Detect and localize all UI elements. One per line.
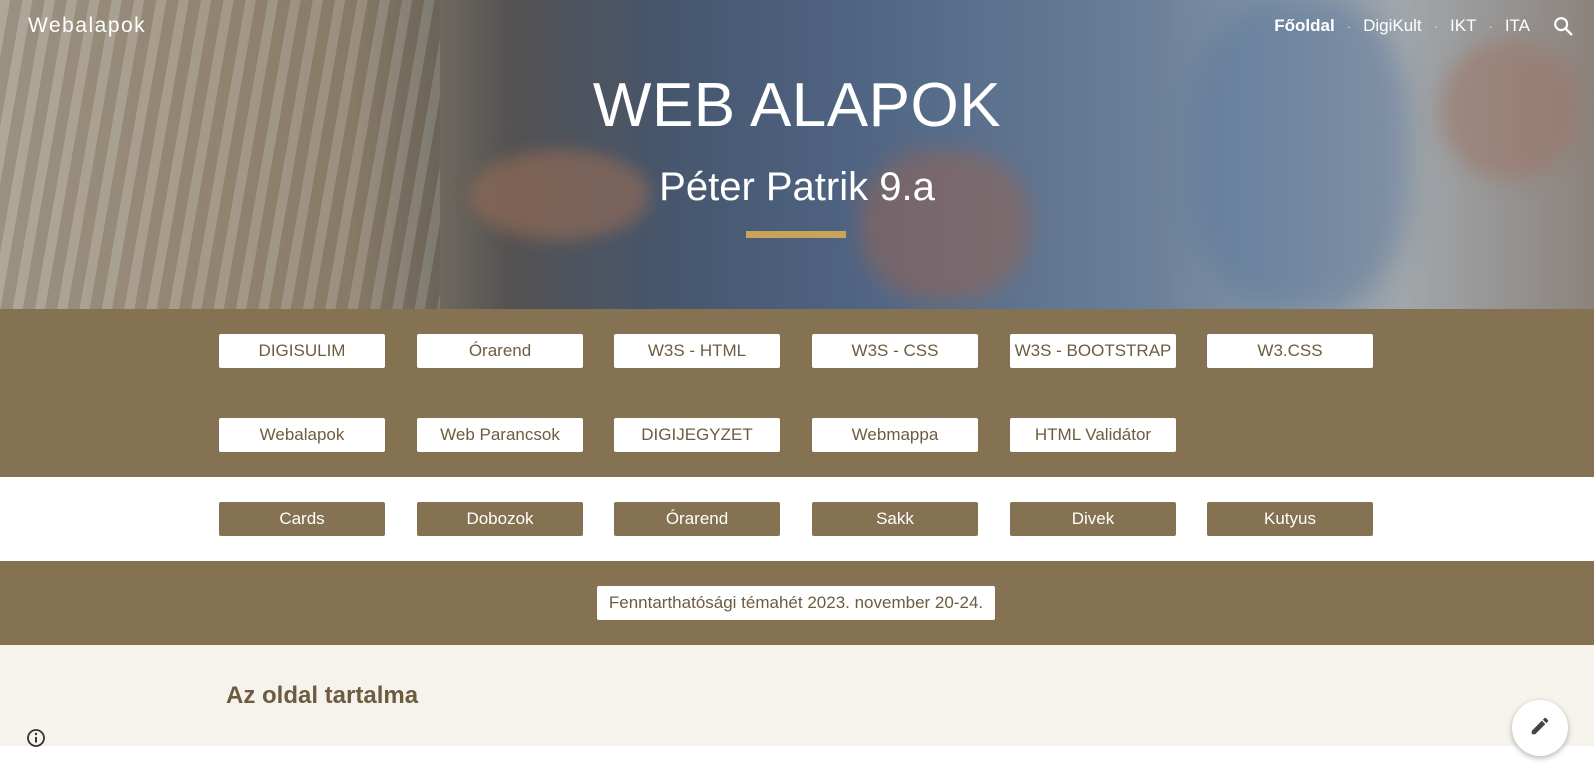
nav-item-ikt[interactable]: IKT bbox=[1450, 16, 1476, 36]
link-button-orarend-project[interactable]: Órarend bbox=[614, 502, 780, 536]
edit-button[interactable] bbox=[1512, 700, 1568, 756]
links-section-primary: DIGISULIM Órarend W3S - HTML W3S - CSS W… bbox=[0, 309, 1594, 477]
nav-separator: · bbox=[1346, 18, 1352, 34]
link-button-dobozok[interactable]: Dobozok bbox=[417, 502, 583, 536]
link-button-w3s-bootstrap[interactable]: W3S - BOOTSTRAP bbox=[1010, 334, 1176, 368]
link-button-w3s-html[interactable]: W3S - HTML bbox=[614, 334, 780, 368]
link-button-w3css[interactable]: W3.CSS bbox=[1207, 334, 1373, 368]
search-icon[interactable] bbox=[1552, 15, 1574, 37]
link-button-html-validator[interactable]: HTML Validátor bbox=[1010, 418, 1176, 452]
nav-separator: · bbox=[1433, 18, 1439, 34]
nav-item-ita[interactable]: ITA bbox=[1505, 16, 1530, 36]
link-button-orarend[interactable]: Órarend bbox=[417, 334, 583, 368]
page-title: WEB ALAPOK bbox=[592, 71, 1002, 140]
link-button-sakk[interactable]: Sakk bbox=[812, 502, 978, 536]
site-name[interactable]: Webalapok bbox=[28, 14, 146, 38]
link-button-kutyus[interactable]: Kutyus bbox=[1207, 502, 1373, 536]
title-underline bbox=[746, 231, 846, 238]
info-icon[interactable] bbox=[26, 728, 46, 748]
link-button-webalapok[interactable]: Webalapok bbox=[219, 418, 385, 452]
link-button-digisulim[interactable]: DIGISULIM bbox=[219, 334, 385, 368]
nav-item-foldal[interactable]: Főoldal bbox=[1274, 16, 1334, 36]
top-navigation: Főoldal · DigiKult · IKT · ITA bbox=[1274, 15, 1574, 37]
link-button-web-parancsok[interactable]: Web Parancsok bbox=[417, 418, 583, 452]
page-subtitle: Péter Patrik 9.a bbox=[659, 165, 935, 209]
hero-banner: Webalapok Főoldal · DigiKult · IKT · ITA… bbox=[0, 0, 1594, 309]
link-button-w3s-css[interactable]: W3S - CSS bbox=[812, 334, 978, 368]
link-button-divek[interactable]: Divek bbox=[1010, 502, 1176, 536]
link-button-webmappa[interactable]: Webmappa bbox=[812, 418, 978, 452]
sustainability-week-button[interactable]: Fenntarthatósági témahét 2023. november … bbox=[597, 586, 995, 620]
nav-item-digikult[interactable]: DigiKult bbox=[1363, 16, 1422, 36]
link-button-cards[interactable]: Cards bbox=[219, 502, 385, 536]
link-button-digijegyzet[interactable]: DIGIJEGYZET bbox=[614, 418, 780, 452]
edit-icon bbox=[1529, 715, 1551, 742]
hero-overlay bbox=[0, 0, 1594, 309]
links-section-projects: Cards Dobozok Órarend Sakk Divek Kutyus bbox=[0, 477, 1594, 561]
content-heading: Az oldal tartalma bbox=[226, 682, 419, 709]
nav-separator: · bbox=[1488, 18, 1493, 34]
